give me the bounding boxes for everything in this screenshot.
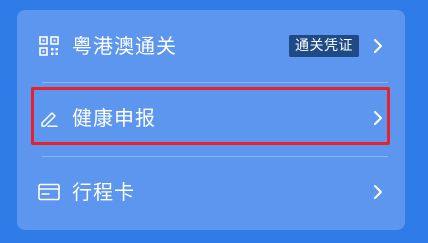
chevron-right-icon	[371, 182, 385, 202]
highlight-box	[31, 87, 390, 145]
divider	[42, 156, 388, 157]
divider	[42, 82, 388, 83]
qr-code-icon	[38, 35, 60, 57]
chevron-right-icon	[371, 36, 385, 56]
menu-item-label: 行程卡	[72, 180, 135, 204]
card-icon	[38, 181, 60, 203]
menu-item-gba-customs[interactable]: 粤港澳通关 通关凭证	[17, 20, 405, 72]
menu-item-label: 粤港澳通关	[72, 34, 177, 58]
menu-item-itinerary-card[interactable]: 行程卡	[17, 166, 405, 218]
pass-certificate-badge[interactable]: 通关凭证	[289, 35, 359, 57]
